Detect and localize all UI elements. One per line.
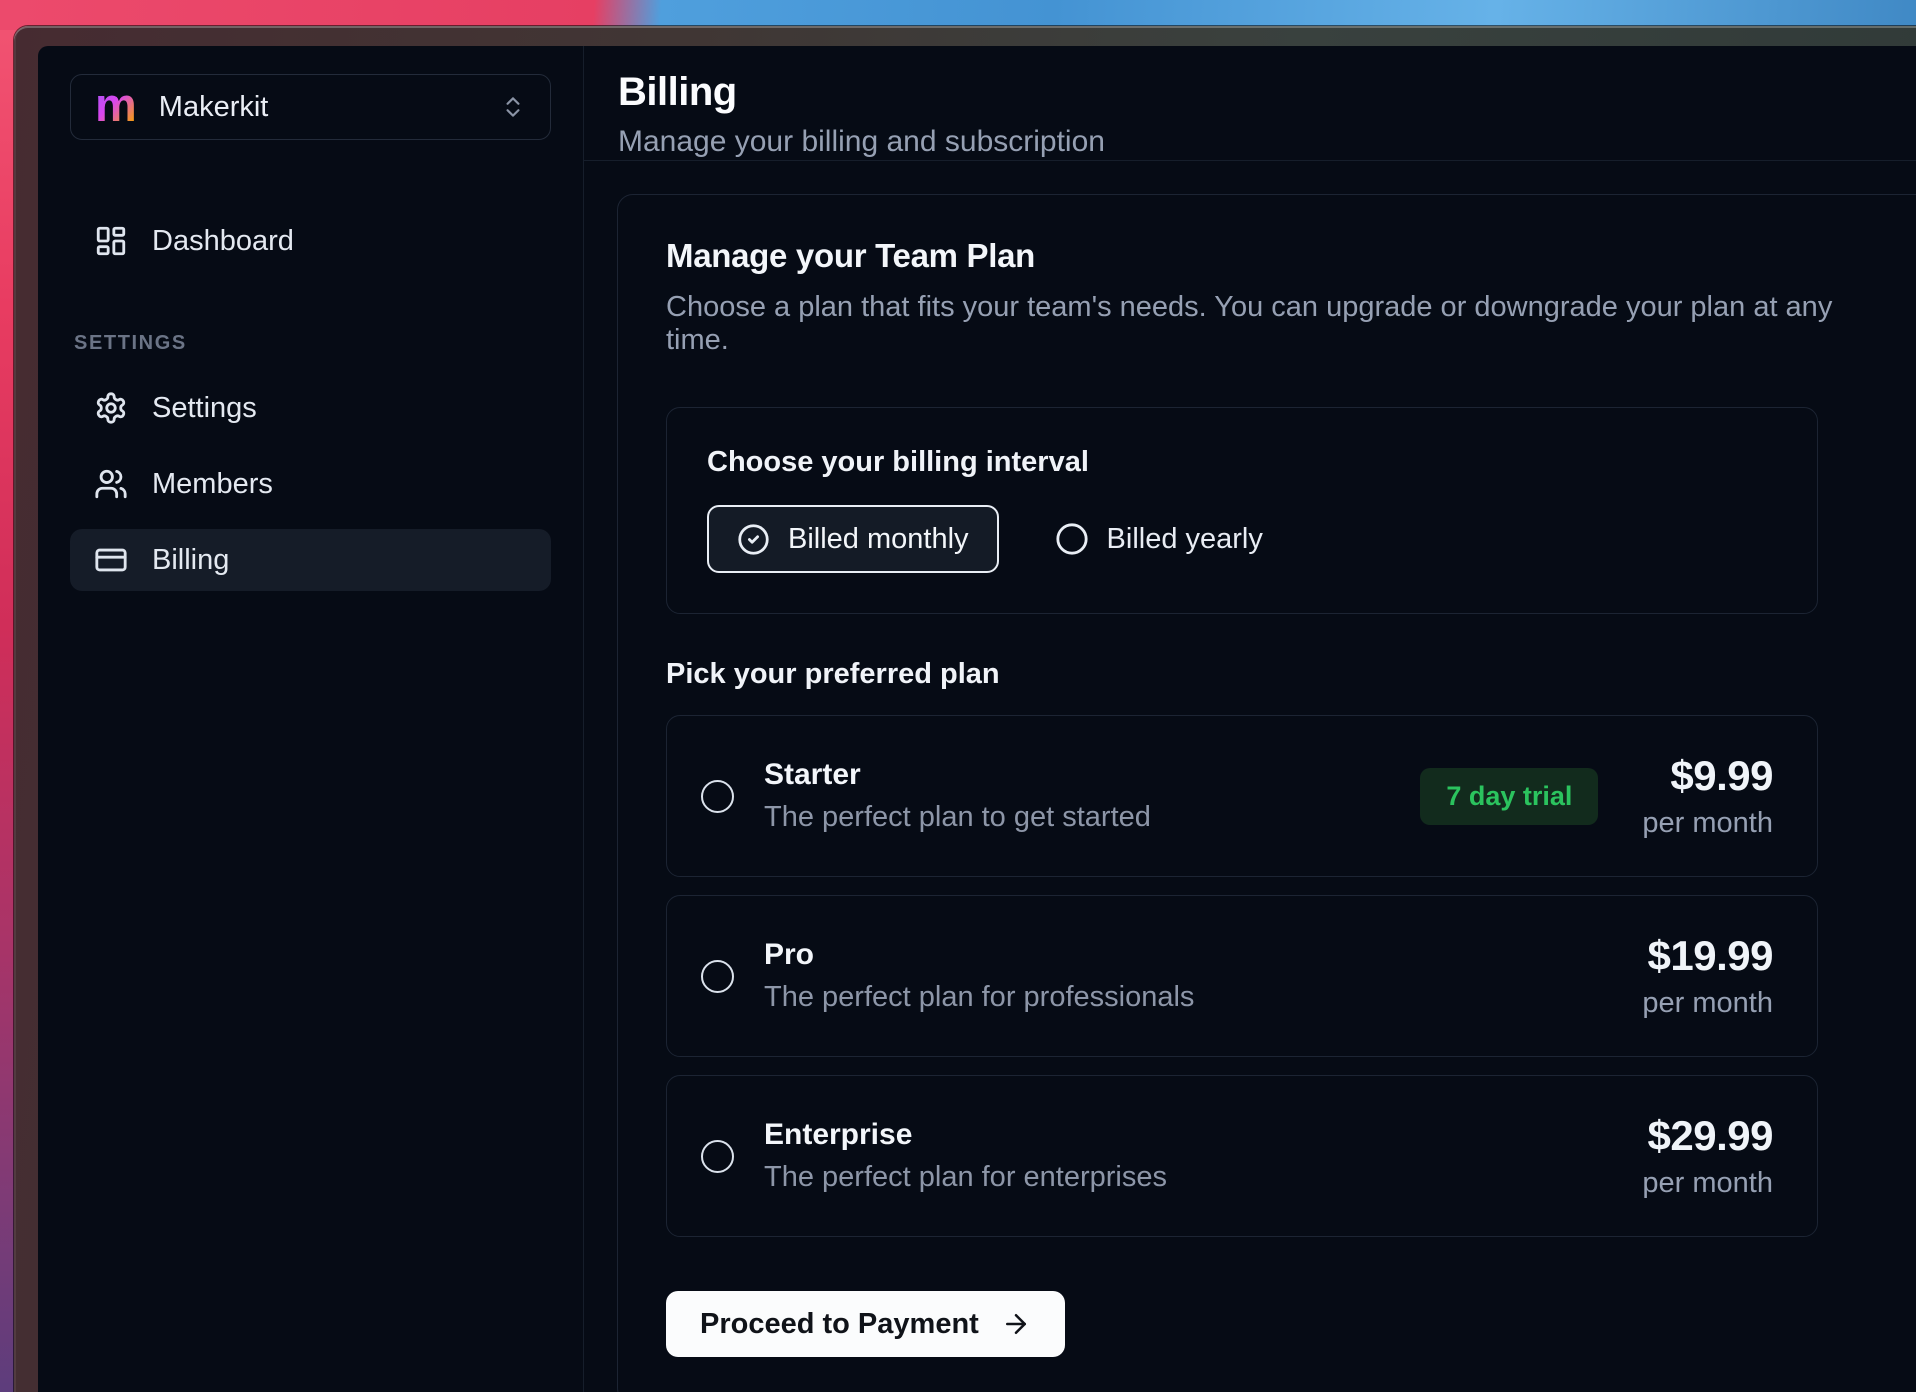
plan-period: per month (1642, 1167, 1773, 1200)
sidebar-section-label: SETTINGS (70, 332, 551, 355)
plan-info: Enterprise The perfect plan for enterpri… (764, 1118, 1167, 1194)
plan-pricing: 7 day trial $9.99 per month (1420, 752, 1773, 840)
sidebar: m Makerkit Dashboard SETTINGS (38, 46, 584, 1392)
main-content: Billing Manage your billing and subscrip… (584, 46, 1916, 1392)
plan-radio[interactable] (701, 780, 734, 813)
plan-radio[interactable] (701, 1140, 734, 1173)
team-plan-card: Manage your Team Plan Choose a plan that… (617, 194, 1916, 1392)
plans-label: Pick your preferred plan (666, 658, 1887, 691)
sidebar-item-label: Billing (152, 544, 229, 577)
page-body: Manage your Team Plan Choose a plan that… (584, 161, 1916, 1392)
plan-price: $19.99 (1642, 932, 1773, 980)
plan-row-starter[interactable]: Starter The perfect plan to get started … (666, 715, 1818, 877)
app-content: m Makerkit Dashboard SETTINGS (38, 46, 1916, 1392)
interval-option-monthly[interactable]: Billed monthly (707, 505, 999, 573)
proceed-to-payment-button[interactable]: Proceed to Payment (666, 1291, 1065, 1357)
card-description: Choose a plan that fits your team's need… (666, 291, 1887, 357)
check-circle-icon (737, 523, 770, 556)
sidebar-item-label: Settings (152, 392, 257, 425)
proceed-to-payment-label: Proceed to Payment (700, 1308, 979, 1341)
workspace-selector[interactable]: m Makerkit (70, 74, 551, 140)
plan-name: Pro (764, 938, 1194, 972)
plan-description: The perfect plan to get started (764, 801, 1151, 834)
makerkit-logo-icon: m (95, 81, 137, 128)
sidebar-item-label: Members (152, 468, 273, 501)
price-block: $9.99 per month (1642, 752, 1773, 840)
plan-name: Starter (764, 758, 1151, 792)
plan-period: per month (1642, 987, 1773, 1020)
users-icon (94, 467, 128, 501)
price-block: $19.99 per month (1642, 932, 1773, 1020)
plan-pricing: $19.99 per month (1642, 932, 1773, 1020)
plan-info: Starter The perfect plan to get started (764, 758, 1151, 834)
price-block: $29.99 per month (1642, 1112, 1773, 1200)
page-subtitle: Manage your billing and subscription (618, 125, 1916, 159)
plan-pricing: $29.99 per month (1642, 1112, 1773, 1200)
interval-option-label: Billed yearly (1107, 523, 1263, 556)
card-title: Manage your Team Plan (666, 237, 1887, 275)
sidebar-item-members[interactable]: Members (70, 453, 551, 515)
page-title: Billing (618, 70, 1916, 115)
arrow-right-icon (1001, 1309, 1031, 1339)
interval-option-yearly[interactable]: Billed yearly (1055, 522, 1263, 556)
plan-name: Enterprise (764, 1118, 1167, 1152)
plan-radio[interactable] (701, 960, 734, 993)
plan-description: The perfect plan for professionals (764, 981, 1194, 1014)
billing-interval-label: Choose your billing interval (707, 446, 1777, 479)
chevrons-up-down-icon (500, 94, 526, 120)
sidebar-item-label: Dashboard (152, 225, 294, 258)
plan-price: $29.99 (1642, 1112, 1773, 1160)
trial-badge: 7 day trial (1420, 768, 1598, 825)
sidebar-item-settings[interactable]: Settings (70, 377, 551, 439)
workspace-name: Makerkit (159, 91, 269, 124)
plan-description: The perfect plan for enterprises (764, 1161, 1167, 1194)
billing-interval-options: Billed monthly Billed yearly (707, 505, 1777, 573)
sidebar-item-billing[interactable]: Billing (70, 529, 551, 591)
plan-row-pro[interactable]: Pro The perfect plan for professionals $… (666, 895, 1818, 1057)
app-window: m Makerkit Dashboard SETTINGS (14, 26, 1916, 1392)
page-header: Billing Manage your billing and subscrip… (584, 46, 1916, 161)
plan-period: per month (1642, 807, 1773, 840)
interval-option-label: Billed monthly (788, 523, 969, 556)
plan-price: $9.99 (1642, 752, 1773, 800)
plan-row-enterprise[interactable]: Enterprise The perfect plan for enterpri… (666, 1075, 1818, 1237)
gear-icon (94, 391, 128, 425)
dashboard-icon (94, 224, 128, 258)
circle-icon (1055, 522, 1089, 556)
sidebar-item-dashboard[interactable]: Dashboard (70, 210, 551, 272)
plan-info: Pro The perfect plan for professionals (764, 938, 1194, 1014)
billing-interval-card: Choose your billing interval Billed mont… (666, 407, 1818, 614)
credit-card-icon (94, 543, 128, 577)
